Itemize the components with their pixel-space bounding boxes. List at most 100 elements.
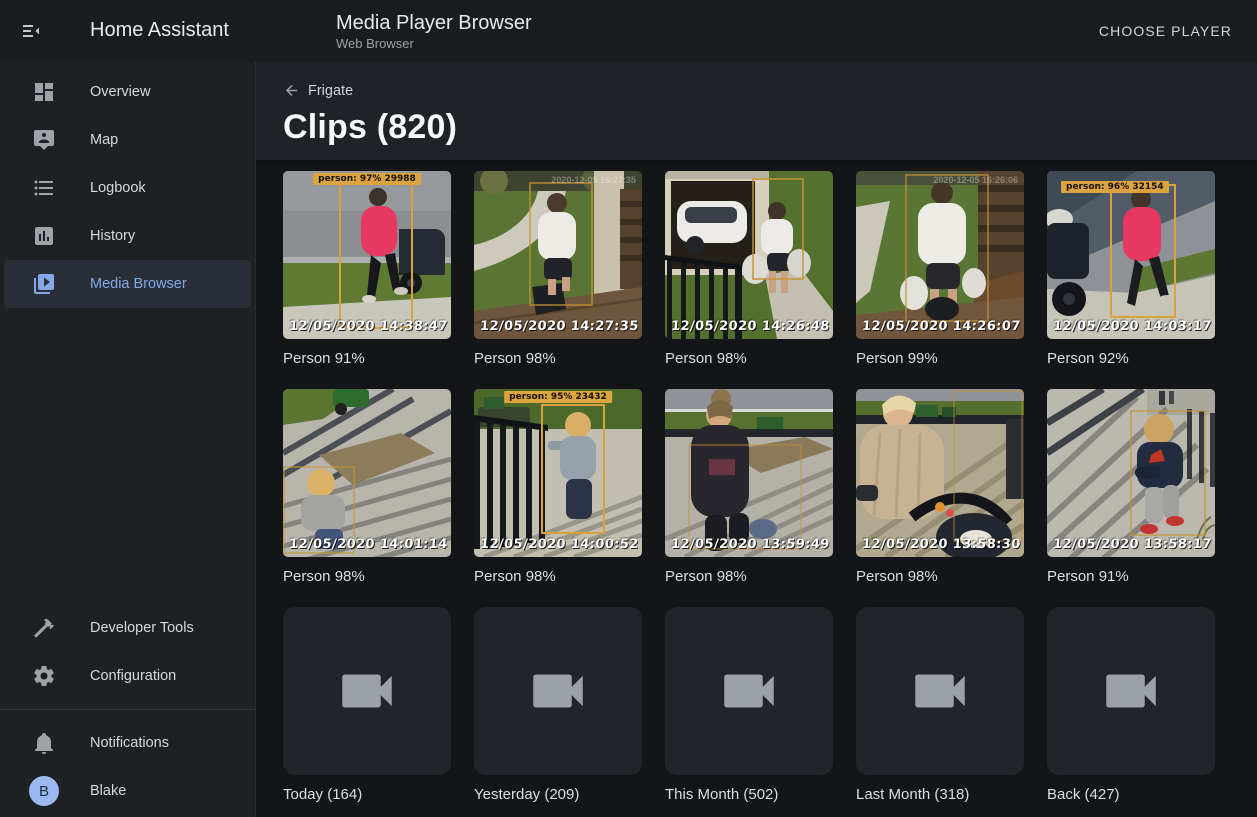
clip-label: Person 91% [1047,568,1215,586]
page-heading: Clips (820) [283,108,1257,147]
clip-label: Person 98% [474,350,642,368]
clip-thumbnail: 2020-12-05 16:26:06 12/05/2020 14:26:07 [856,171,1024,339]
sidebar-item-notifications[interactable]: Notifications [4,719,251,767]
arrow-left-icon [283,82,300,99]
clip-thumbnail: 2020-12-05 16:27:35 12/05/2020 14:27:35 [474,171,642,339]
clip-card[interactable]: 12/05/2020 14:01:14 Person 98% [283,389,451,586]
clip-label: Person 91% [283,350,451,368]
choose-player-button[interactable]: CHOOSE PLAYER [1091,15,1240,47]
folder-label: Today (164) [283,786,451,804]
video-icon [907,658,973,724]
folder-card-yesterday[interactable]: Yesterday (209) [474,607,642,804]
sidebar-item-user-profile[interactable]: B Blake [4,767,251,815]
clip-thumbnail: 12/05/2020 14:01:14 [283,389,451,557]
user-name-label: Blake [90,783,126,799]
clip-thumbnail-image [856,389,1024,557]
clip-label: Person 98% [283,568,451,586]
clip-label: Person 99% [856,350,1024,368]
clip-card[interactable]: person: 96% 32154 12/05/2020 14:03:17 Pe… [1047,171,1215,368]
sidebar-item-history[interactable]: History [4,212,251,260]
back-button[interactable]: Frigate [283,61,353,99]
clip-label: Person 98% [474,568,642,586]
chart-icon [32,224,56,248]
media-browser-icon [32,272,56,296]
video-icon [716,658,782,724]
app-header: Home Assistant Media Player Browser Web … [0,0,1257,61]
sidebar-toggle-button[interactable] [8,7,56,55]
clip-thumbnail-image [1047,171,1215,339]
sidebar-item-label: History [90,228,135,244]
sidebar-item-label: Notifications [90,735,169,751]
folder-label: Back (427) [1047,786,1215,804]
clip-card[interactable]: 12/05/2020 14:26:48 Person 98% [665,171,833,368]
clip-card[interactable]: 12/05/2020 13:58:17 Person 91% [1047,389,1215,586]
clip-thumbnail: 12/05/2020 13:59:49 [665,389,833,557]
clip-card[interactable]: 12/05/2020 13:59:49 Person 98% [665,389,833,586]
folder-card-last-month[interactable]: Last Month (318) [856,607,1024,804]
clip-thumbnail-image [665,171,833,339]
sidebar-item-label: Overview [90,84,150,100]
camera-osd-timestamp: 2020-12-05 16:27:35 [551,175,636,185]
clip-thumbnail-image [283,389,451,557]
media-browser-panel: Frigate Clips (820) [256,61,1257,817]
gear-icon [32,664,56,688]
clip-card[interactable]: 2020-12-05 16:27:35 12/05/2020 14:27:35 … [474,171,642,368]
clip-card[interactable]: 2020-12-05 16:26:06 12/05/2020 14:26:07 … [856,171,1024,368]
folder-tile [474,607,642,775]
sidebar-item-logbook[interactable]: Logbook [4,164,251,212]
folder-tile [665,607,833,775]
sidebar-title: Home Assistant [90,19,320,42]
clip-timestamp-overlay: 12/05/2020 13:58:30 [861,537,1021,552]
clip-timestamp-overlay: 12/05/2020 14:26:48 [670,319,830,334]
clip-thumbnail: 12/05/2020 14:26:48 [665,171,833,339]
video-icon [334,658,400,724]
folder-card-back[interactable]: Back (427) [1047,607,1215,804]
clip-label: Person 98% [856,568,1024,586]
sidebar-divider [0,709,255,710]
clips-grid: person: 97% 29988 12/05/2020 14:38:47 Pe… [283,171,1257,804]
clip-timestamp-overlay: 12/05/2020 13:58:17 [1052,537,1212,552]
sidebar-item-media-browser[interactable]: Media Browser [4,260,251,308]
clip-thumbnail: 12/05/2020 13:58:30 [856,389,1024,557]
detection-caption: person: 97% 29988 [313,173,421,185]
menu-open-icon [20,19,44,43]
clip-thumbnail: person: 96% 32154 12/05/2020 14:03:17 [1047,171,1215,339]
content-header: Frigate Clips (820) [256,61,1257,160]
sidebar-item-label: Developer Tools [90,620,194,636]
clip-thumbnail: person: 97% 29988 12/05/2020 14:38:47 [283,171,451,339]
dashboard-icon [32,80,56,104]
folder-label: This Month (502) [665,786,833,804]
page-title: Media Player Browser [336,11,532,35]
clip-label: Person 98% [665,350,833,368]
clip-card[interactable]: person: 97% 29988 12/05/2020 14:38:47 Pe… [283,171,451,368]
bell-icon [32,731,56,755]
clip-timestamp-overlay: 12/05/2020 14:26:07 [861,319,1021,334]
clip-timestamp-overlay: 12/05/2020 14:03:17 [1052,319,1212,334]
sidebar-item-configuration[interactable]: Configuration [4,652,251,700]
sidebar-item-label: Logbook [90,180,146,196]
sidebar-item-map[interactable]: Map [4,116,251,164]
camera-osd-timestamp: 2020-12-05 16:26:06 [933,175,1018,185]
clip-timestamp-overlay: 12/05/2020 14:01:14 [288,537,448,552]
clip-label: Person 98% [665,568,833,586]
clip-thumbnail-image [665,389,833,557]
sidebar-item-developer-tools[interactable]: Developer Tools [4,604,251,652]
detection-caption: person: 96% 32154 [1061,181,1169,193]
folder-label: Yesterday (209) [474,786,642,804]
sidebar-item-label: Configuration [90,668,176,684]
clip-thumbnail-image [856,171,1024,339]
folder-card-today[interactable]: Today (164) [283,607,451,804]
folder-card-this-month[interactable]: This Month (502) [665,607,833,804]
clip-thumbnail: person: 95% 23432 12/05/2020 14:00:52 [474,389,642,557]
sidebar-item-overview[interactable]: Overview [4,68,251,116]
clip-thumbnail-image [474,389,642,557]
clip-thumbnail-image [474,171,642,339]
clip-label: Person 92% [1047,350,1215,368]
hammer-icon [32,616,56,640]
folder-tile [1047,607,1215,775]
clip-card[interactable]: person: 95% 23432 12/05/2020 14:00:52 Pe… [474,389,642,586]
clip-thumbnail-image [283,171,451,339]
clip-card[interactable]: 12/05/2020 13:58:30 Person 98% [856,389,1024,586]
clip-thumbnail-image [1047,389,1215,557]
clip-thumbnail: 12/05/2020 13:58:17 [1047,389,1215,557]
